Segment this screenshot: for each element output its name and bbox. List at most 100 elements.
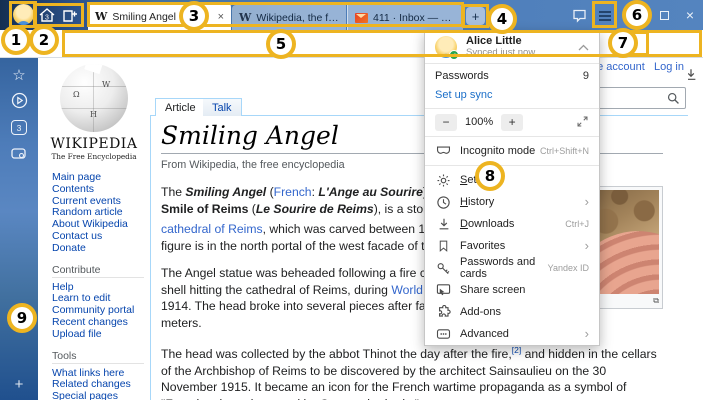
advanced-label: Advanced: [460, 328, 509, 340]
menu-item-set-up-sync[interactable]: Set up sync: [425, 87, 599, 103]
profile-avatar[interactable]: [13, 4, 34, 25]
incognito-shortcut: Ctrl+Shift+N: [540, 146, 589, 156]
wikipedia-favicon-icon: W: [239, 11, 251, 24]
search-input[interactable]: [592, 87, 686, 109]
article-link[interactable]: French: [274, 185, 312, 199]
menu-item-advanced[interactable]: Advanced ›: [425, 323, 599, 345]
sidebar-add-button[interactable]: +: [0, 376, 38, 393]
menu-item-settings[interactable]: Settings: [425, 169, 599, 191]
video-play-icon[interactable]: [0, 92, 38, 109]
menu-item-share-screen[interactable]: Share screen: [425, 279, 599, 301]
tab-counter: 3: [11, 120, 27, 135]
tab-smiling-angel[interactable]: W Smiling Angel - Wik ×: [88, 3, 231, 30]
passwords-count: 9: [583, 70, 589, 82]
wikipedia-globe-logo[interactable]: Ω W Н: [60, 64, 128, 132]
tab-wikipedia-main[interactable]: W Wikipedia, the free encyclo: [232, 5, 346, 30]
passwords-cards-label: Passwords and cards: [460, 256, 548, 280]
history-label: History: [460, 196, 494, 208]
sync-check-badge: ✓: [449, 50, 459, 60]
sidebar-item-donate[interactable]: Donate: [52, 243, 148, 255]
menu-item-downloads[interactable]: Downloads Ctrl+J: [425, 213, 599, 235]
callout-9: 9: [7, 303, 37, 333]
add-ons-puzzle-icon: [435, 304, 452, 320]
tab-close-icon[interactable]: ×: [218, 11, 224, 23]
sidebar-header-contribute: Contribute: [52, 264, 144, 278]
sidebar-item-upload-file[interactable]: Upload file: [52, 329, 148, 341]
zoom-controls: − 100% +: [425, 113, 599, 131]
downloads-label: Downloads: [460, 218, 514, 230]
tab-talk[interactable]: Talk: [203, 98, 242, 116]
new-tab-button[interactable]: +: [466, 7, 485, 25]
key-icon: [435, 260, 452, 276]
profile-name: Alice Little: [466, 36, 535, 47]
sidebar-header-tools: Tools: [52, 350, 144, 364]
menu-item-history[interactable]: History ›: [425, 191, 599, 213]
profile-row[interactable]: ✓ Alice Little Synced just now: [425, 33, 599, 61]
downloads-arrow-icon: [435, 216, 452, 232]
tab-title: 411 · Inbox — Yandex Mail: [373, 12, 456, 24]
tab-article[interactable]: Article: [155, 98, 206, 116]
callout-1: 1: [1, 25, 31, 55]
share-screen-icon: [435, 282, 452, 298]
menu-button[interactable]: [594, 3, 616, 28]
maximize-icon: [660, 11, 669, 20]
search-icon[interactable]: [667, 92, 680, 105]
zoom-value: 100%: [465, 116, 493, 128]
titlebar-divider: [83, 7, 84, 23]
history-clock-icon: [435, 194, 452, 210]
devices-icon[interactable]: [0, 146, 38, 162]
fullscreen-icon[interactable]: [576, 115, 589, 129]
mail-favicon-icon: [355, 13, 368, 23]
wikipedia-logo-tagline: The Free Encyclopedia: [38, 152, 150, 161]
menu-item-passwords-and-cards[interactable]: Passwords and cards Yandex ID: [425, 257, 599, 279]
browser-window: 3 W Smiling Angel - Wik × W Wikipedia, t…: [0, 0, 703, 400]
tabs-panel-icon[interactable]: 3: [0, 120, 38, 135]
sidebar-item-recent-changes[interactable]: Recent changes: [52, 317, 148, 329]
menu-item-passwords[interactable]: Passwords 9: [425, 67, 599, 85]
tab-yandex-mail[interactable]: 411 · Inbox — Yandex Mail: [347, 5, 463, 30]
sidebar-item-contact-us[interactable]: Contact us: [52, 231, 148, 243]
close-button[interactable]: ×: [681, 6, 699, 24]
submenu-chevron-icon: ›: [585, 329, 589, 339]
callout-4: 4: [487, 4, 517, 34]
downloads-shortcut: Ctrl+J: [565, 219, 589, 229]
incognito-mask-icon: [435, 143, 452, 159]
yandex-id-badge: Yandex ID: [548, 263, 589, 273]
submenu-chevron-icon: ›: [585, 241, 589, 251]
paragraph: The head was collected by the abbot Thin…: [161, 342, 663, 400]
settings-gear-icon: [435, 172, 452, 188]
callout-2: 2: [29, 25, 59, 55]
tab-title: Wikipedia, the free encyclo: [256, 12, 339, 24]
browser-sidebar: ☆ 3 +: [0, 58, 38, 400]
notifications-icon[interactable]: [570, 6, 588, 24]
favorites-star-icon[interactable]: ☆: [0, 66, 38, 84]
titlebar: 3 W Smiling Angel - Wik × W Wikipedia, t…: [0, 0, 703, 30]
zoom-in-button[interactable]: +: [501, 114, 523, 131]
submenu-chevron-icon: ›: [585, 197, 589, 207]
sidebar-item-special-pages[interactable]: Special pages: [52, 391, 148, 400]
browser-menu-dropdown: ✓ Alice Little Synced just now Passwords…: [424, 30, 600, 346]
new-window-button[interactable]: [60, 6, 80, 24]
passwords-label: Passwords: [435, 70, 489, 82]
wiki-sidebar-nav: Main page Contents Current events Random…: [52, 172, 148, 400]
callout-3: 3: [179, 1, 209, 31]
advanced-ellipsis-icon: [435, 326, 452, 342]
callout-6: 6: [622, 0, 652, 30]
menu-item-incognito[interactable]: Incognito mode Ctrl+Shift+N: [425, 141, 599, 161]
profile-avatar: ✓: [435, 36, 457, 58]
maximize-button[interactable]: [655, 6, 673, 24]
zoom-out-button[interactable]: −: [435, 114, 457, 131]
add-ons-label: Add-ons: [460, 306, 501, 318]
collapse-chevron-icon[interactable]: [578, 42, 589, 52]
menu-item-add-ons[interactable]: Add-ons: [425, 301, 599, 323]
wikipedia-favicon-icon: W: [95, 10, 107, 23]
favorites-bookmark-icon: [435, 238, 452, 254]
sidebar-item-contents[interactable]: Contents: [52, 184, 148, 196]
favorites-label: Favorites: [460, 240, 505, 252]
article-link[interactable]: cathedral of Reims: [161, 222, 263, 236]
callout-5: 5: [266, 29, 296, 59]
log-in-link[interactable]: Log in: [654, 61, 684, 73]
menu-item-favorites[interactable]: Favorites ›: [425, 235, 599, 257]
home-button[interactable]: 3: [37, 6, 57, 24]
share-screen-label: Share screen: [460, 284, 525, 296]
